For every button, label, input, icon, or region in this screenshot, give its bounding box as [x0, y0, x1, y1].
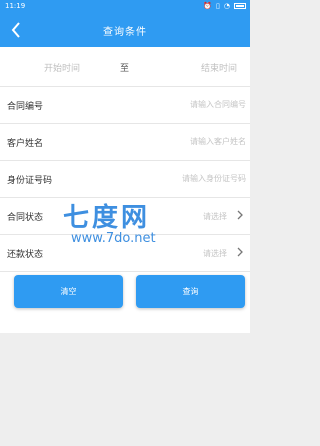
repay-status-label: 还款状态 [7, 250, 44, 260]
start-date-picker[interactable]: 开始时间 [44, 61, 80, 74]
contract-no-row: 合同编号 [0, 87, 250, 123]
nav-bar: 查询条件 [0, 13, 250, 47]
vibrate-icon: ▯ [216, 2, 220, 10]
contract-no-label: 合同编号 [7, 102, 44, 112]
status-time: 11:19 [5, 2, 26, 10]
customer-name-label: 客户姓名 [7, 139, 44, 149]
contract-no-input[interactable] [126, 96, 246, 112]
id-number-row: 身份证号码 [0, 161, 250, 197]
repay-status-row[interactable]: 还款状态 请选择 [0, 235, 250, 271]
search-button[interactable]: 查询 [136, 275, 245, 308]
status-bar: 11:19 ⏰ ▯ ◔ [0, 0, 250, 13]
divider [0, 271, 250, 272]
alarm-icon: ⏰ [203, 2, 213, 10]
repay-status-select[interactable]: 请选择 [203, 248, 227, 259]
contract-status-row[interactable]: 合同状态 请选择 [0, 198, 250, 234]
contract-status-label: 合同状态 [7, 213, 44, 223]
wifi-icon: ◔ [223, 2, 230, 10]
contract-status-select[interactable]: 请选择 [203, 211, 227, 222]
page-title: 查询条件 [103, 27, 147, 38]
end-date-picker[interactable]: 结束时间 [201, 61, 237, 74]
id-number-label: 身份证号码 [7, 176, 53, 186]
battery-icon [234, 3, 246, 9]
id-number-input[interactable] [126, 170, 246, 186]
clear-button[interactable]: 清空 [14, 275, 123, 308]
chevron-right-icon [237, 210, 243, 220]
date-range-row: 开始时间 至 结束时间 [0, 47, 250, 86]
customer-name-row: 客户姓名 [0, 124, 250, 160]
customer-name-input[interactable] [126, 133, 246, 149]
status-icons: ⏰ ▯ ◔ [203, 2, 246, 10]
date-separator: 至 [120, 64, 130, 74]
chevron-right-icon [237, 247, 243, 257]
